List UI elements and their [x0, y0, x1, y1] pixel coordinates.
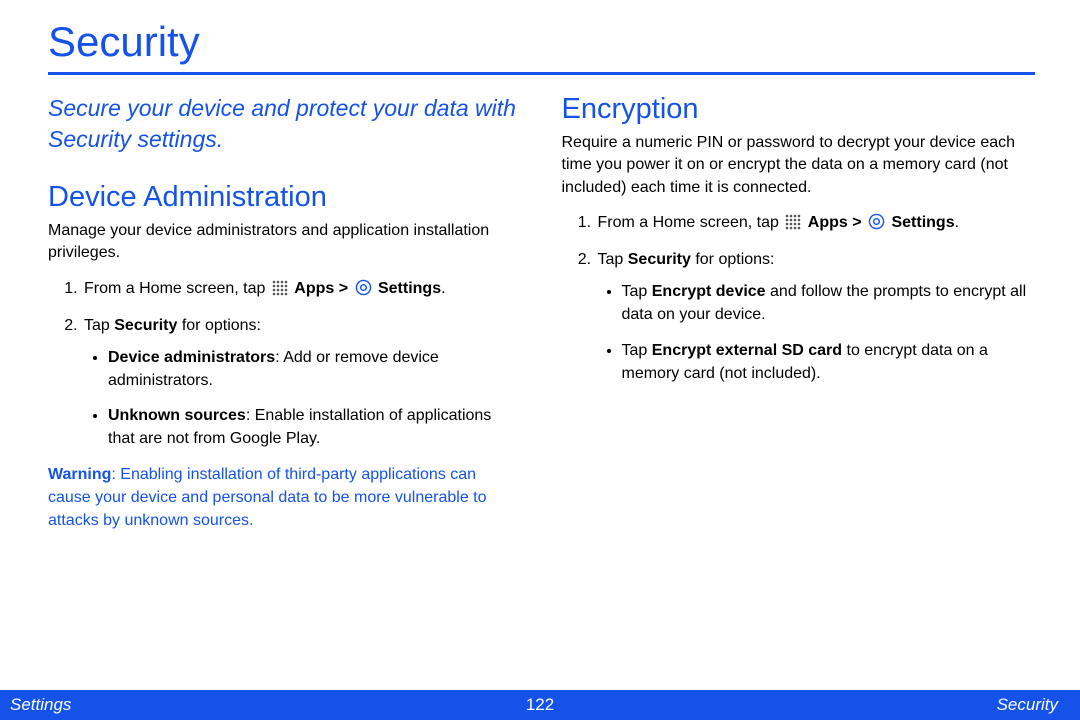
- device-admin-steps: From a Home screen, tap Apps >: [48, 277, 522, 451]
- option-name: Encrypt external SD card: [652, 342, 842, 359]
- gt-separator: >: [334, 280, 352, 297]
- warning-text: Warning: Enabling installation of third-…: [48, 463, 522, 533]
- step-text: Tap: [598, 251, 628, 268]
- page-subtitle: Secure your device and protect your data…: [48, 93, 522, 155]
- security-label: Security: [628, 251, 691, 268]
- page-title: Security: [48, 18, 1035, 66]
- step-2: Tap Security for options: Device adminis…: [82, 314, 522, 451]
- step-text: for options:: [177, 317, 261, 334]
- security-label: Security: [114, 317, 177, 334]
- option-prefix: Tap: [622, 342, 652, 359]
- step-text: From a Home screen, tap: [84, 280, 270, 297]
- footer-right: Security: [997, 695, 1058, 715]
- list-item: Unknown sources: Enable installation of …: [108, 404, 522, 450]
- option-name: Unknown sources: [108, 407, 246, 424]
- footer-left: Settings: [10, 695, 71, 715]
- page-footer: Settings 122 Security: [0, 690, 1080, 720]
- option-name: Encrypt device: [652, 283, 766, 300]
- options-list: Tap Encrypt device and follow the prompt…: [598, 280, 1036, 385]
- left-column: Secure your device and protect your data…: [48, 93, 522, 532]
- right-column: Encryption Require a numeric PIN or pass…: [562, 93, 1036, 532]
- step-text: From a Home screen, tap: [598, 214, 784, 231]
- list-item: Tap Encrypt device and follow the prompt…: [622, 280, 1036, 326]
- step-text: Tap: [84, 317, 114, 334]
- settings-gear-icon: [355, 279, 372, 304]
- settings-label: Settings: [891, 214, 954, 231]
- step-1: From a Home screen, tap Apps >: [596, 211, 1036, 238]
- warning-label: Warning: [48, 466, 111, 483]
- apps-grid-icon: [272, 280, 288, 304]
- step-2: Tap Security for options: Tap Encrypt de…: [596, 248, 1036, 385]
- step-1: From a Home screen, tap Apps >: [82, 277, 522, 304]
- step-end: .: [955, 214, 959, 231]
- content-columns: Secure your device and protect your data…: [48, 93, 1035, 532]
- gt-separator: >: [848, 214, 866, 231]
- title-divider: [48, 72, 1035, 75]
- apps-label: Apps: [808, 214, 848, 231]
- encryption-intro: Require a numeric PIN or password to dec…: [562, 132, 1036, 199]
- option-prefix: Tap: [622, 283, 652, 300]
- heading-encryption: Encryption: [562, 93, 1036, 126]
- apps-grid-icon: [785, 214, 801, 238]
- step-end: .: [441, 280, 445, 297]
- encryption-steps: From a Home screen, tap Apps >: [562, 211, 1036, 385]
- footer-page-number: 122: [526, 695, 554, 715]
- heading-device-administration: Device Administration: [48, 181, 522, 214]
- settings-label: Settings: [378, 280, 441, 297]
- warning-body: : Enabling installation of third-party a…: [48, 466, 487, 529]
- list-item: Device administrators: Add or remove dev…: [108, 346, 522, 392]
- settings-gear-icon: [868, 213, 885, 238]
- device-admin-intro: Manage your device administrators and ap…: [48, 220, 522, 265]
- options-list: Device administrators: Add or remove dev…: [84, 346, 522, 451]
- step-text: for options:: [691, 251, 775, 268]
- option-name: Device administrators: [108, 349, 275, 366]
- apps-label: Apps: [294, 280, 334, 297]
- list-item: Tap Encrypt external SD card to encrypt …: [622, 339, 1036, 385]
